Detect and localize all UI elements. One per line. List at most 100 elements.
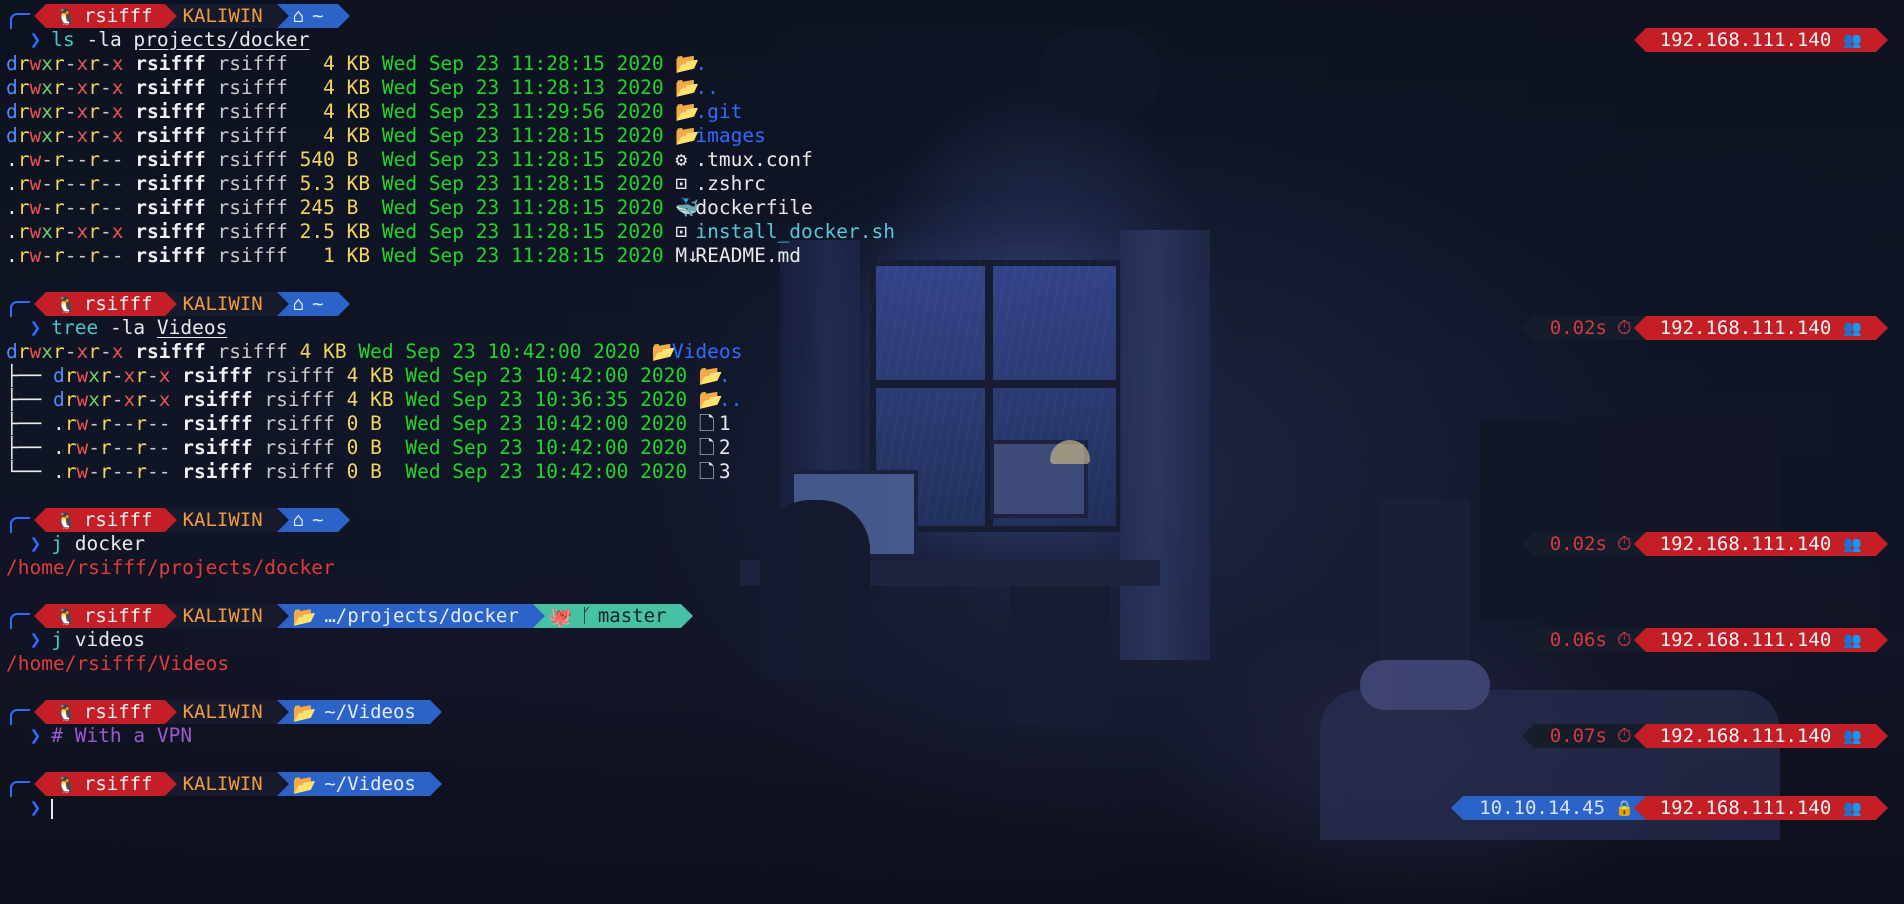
perm-char: -: [158, 412, 171, 435]
tree-branch: ├──: [6, 412, 53, 435]
perm-char: r: [135, 364, 147, 387]
perm-char: x: [41, 340, 53, 363]
linux-tux-icon: 🐧: [56, 606, 76, 626]
file-name: images: [695, 124, 766, 147]
chevron-icon: ❯: [6, 28, 42, 51]
prompt-corner: [10, 301, 30, 317]
command-line-1: ❯ ls -la projects/docker: [6, 28, 310, 51]
perm-char: r: [99, 388, 112, 411]
command-line-5: ❯ # With a VPN: [6, 724, 193, 747]
vpn-segment: 10.10.14.45 🔒: [1451, 796, 1646, 820]
folder-open-icon: 📂: [675, 124, 700, 147]
file-name: 2: [718, 436, 731, 459]
text-cursor[interactable]: [51, 798, 54, 819]
perm-char: w: [29, 76, 42, 99]
prompt-corner: [10, 781, 30, 797]
perm-char: x: [76, 124, 89, 147]
perm-char: x: [158, 364, 171, 387]
owner: rsifff: [135, 340, 206, 363]
perm-char: -: [64, 172, 77, 195]
terminal-icon: ⊡: [675, 172, 688, 195]
file-name: README.md: [695, 244, 802, 267]
size: 4 KB: [346, 364, 394, 387]
perm-char: -: [100, 172, 112, 195]
size: 4 KB: [299, 124, 371, 147]
perm-char: -: [100, 76, 112, 99]
perm-char: -: [41, 148, 53, 171]
date: Wed Sep 23 11:28:15 2020: [381, 244, 664, 267]
perm-char: -: [111, 172, 124, 195]
right-prompt-3: 0.02s ⏱ 192.168.111.140 👥: [1521, 532, 1888, 556]
command-output: /home/rsifff/Videos: [6, 652, 230, 675]
perm-char: -: [146, 436, 159, 459]
ls-row: .rw-r--r-- rsifff rsifff 1 KB Wed Sep 23…: [6, 244, 801, 268]
perm-char: -: [158, 460, 171, 483]
prompt-line-6: 🐧 rsifff KALIWIN 📂 ~/Videos: [0, 772, 442, 797]
perm-char: -: [123, 460, 136, 483]
prompt-line-5: 🐧 rsifff KALIWIN 📂 ~/Videos: [0, 700, 442, 725]
perm-char: -: [146, 388, 159, 411]
perm-char: r: [99, 412, 112, 435]
perm-char: r: [53, 172, 65, 195]
perm-char: d: [6, 52, 18, 75]
ip-segment: 192.168.111.140 👥: [1633, 724, 1888, 748]
perm-char: -: [64, 148, 77, 171]
folder-open-icon: 📂: [292, 605, 317, 628]
folder-open-icon: 📂: [292, 773, 317, 796]
group: rsifff: [264, 364, 335, 387]
folder-open-icon: 📂: [698, 364, 724, 387]
perm-char: r: [17, 148, 30, 171]
owner: rsifff: [135, 52, 206, 75]
right-prompt-4: 0.06s ⏱ 192.168.111.140 👥: [1521, 628, 1888, 652]
perm-char: -: [41, 196, 53, 219]
users-icon: 👥: [1843, 319, 1862, 337]
command-input-line[interactable]: ❯: [6, 796, 54, 820]
prompt-corner: [10, 709, 30, 725]
users-icon: 👥: [1843, 727, 1862, 745]
users-icon: 👥: [1843, 31, 1862, 49]
perm-char: w: [29, 148, 42, 171]
perm-char: r: [17, 340, 30, 363]
perm-char: x: [111, 100, 124, 123]
owner: rsifff: [135, 100, 206, 123]
perm-char: r: [135, 436, 147, 459]
perm-char: x: [76, 340, 89, 363]
home-icon: ⌂: [292, 509, 305, 531]
perm-char: -: [100, 124, 112, 147]
file-name: .tmux.conf: [695, 148, 813, 171]
exec-time-segment: 0.02s ⏱: [1521, 316, 1646, 340]
folder-open-icon: 📂: [675, 100, 700, 123]
perm-char: r: [17, 196, 30, 219]
terminal-icon: ⊡: [675, 220, 688, 243]
host-segment: KALIWIN: [164, 604, 289, 628]
file-name: Videos: [671, 340, 743, 363]
chevron-icon: ❯: [6, 724, 42, 747]
perm-char: x: [76, 76, 89, 99]
group: rsifff: [264, 436, 335, 459]
stopwatch-icon: ⏱: [1616, 317, 1632, 339]
perm-char: -: [146, 460, 159, 483]
group: rsifff: [217, 220, 288, 243]
folder-open-icon: 📂: [698, 388, 724, 411]
group: rsifff: [217, 100, 288, 123]
perm-char: x: [41, 124, 53, 147]
linux-tux-icon: 🐧: [56, 510, 76, 530]
gear-icon: ⚙: [675, 148, 688, 171]
size: 4 KB: [299, 100, 371, 123]
perm-char: -: [76, 196, 89, 219]
date: Wed Sep 23 10:42:00 2020: [405, 436, 688, 459]
perm-char: -: [64, 196, 77, 219]
perm-char: -: [76, 244, 89, 267]
size: 245 B: [299, 196, 371, 219]
group: rsifff: [264, 460, 335, 483]
perm-char: -: [146, 412, 159, 435]
prompt-line-4: 🐧 rsifff KALIWIN 📂 …/projects/docker 🐙 ᚴ mas…: [0, 604, 693, 629]
command-line-2: ❯ tree -la Videos: [6, 316, 228, 339]
perm-char: w: [29, 196, 42, 219]
users-icon: 👥: [1843, 631, 1862, 649]
terminal[interactable]: 🐧 rsifff KALIWIN ⌂ ~ 192.168.111.140 👥 ❯ ls …: [0, 0, 1904, 904]
perm-char: .: [52, 412, 65, 435]
tree-row: ├── drwxr-xr-x rsifff rsifff 4 KB Wed Se…: [6, 364, 731, 388]
ls-row: .rw-r--r-- rsifff rsifff 245 B Wed Sep 2…: [6, 196, 813, 220]
perm-char: r: [17, 172, 30, 195]
